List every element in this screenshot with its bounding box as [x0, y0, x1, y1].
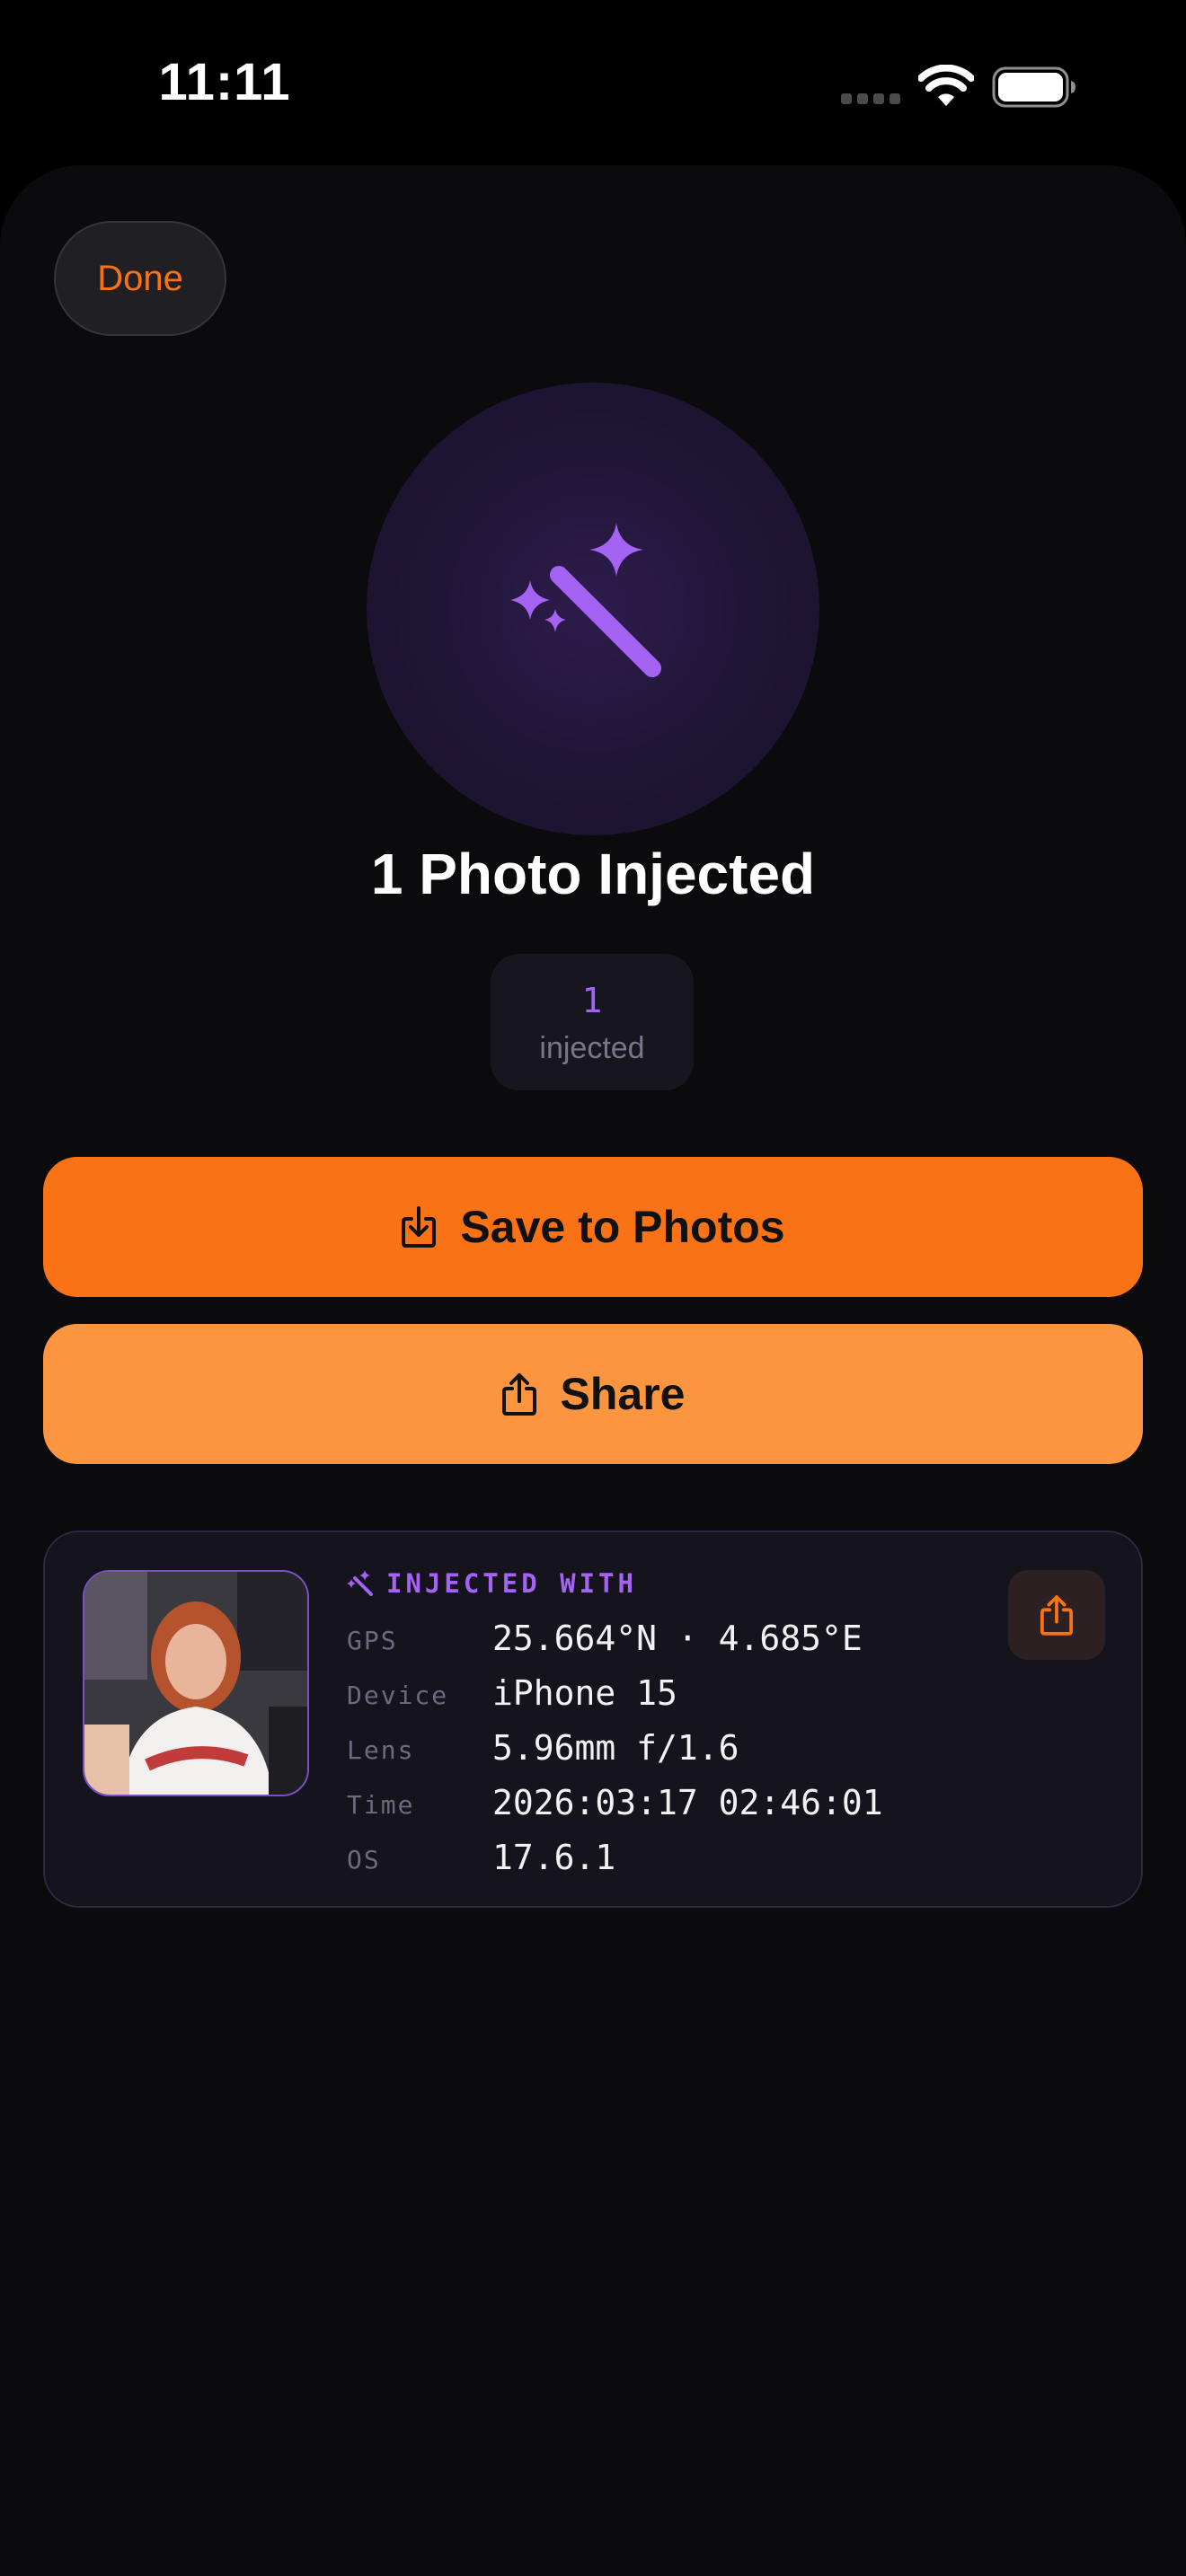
magic-wand-icon	[347, 1570, 373, 1596]
injected-with-header: INJECTED WITH	[347, 1568, 637, 1599]
status-time: 11:11	[158, 53, 291, 111]
injected-count-label: injected	[539, 1031, 645, 1065]
dynamic-island	[424, 38, 762, 137]
magic-wand-icon	[510, 523, 661, 677]
page-title: 1 Photo Injected	[370, 842, 816, 906]
share-button[interactable]: Share	[43, 1324, 1143, 1464]
share-label: Share	[560, 1369, 686, 1419]
status-bar: 11:11	[0, 0, 1186, 162]
meta-row-gps: GPS 25.664°N · 4.685°E	[347, 1619, 976, 1663]
card-share-button[interactable]	[1008, 1570, 1105, 1660]
injected-count-badge: 1 injected	[491, 954, 694, 1090]
photo-thumbnail-image	[84, 1572, 307, 1795]
injected-with-label: INJECTED WITH	[386, 1568, 637, 1599]
meta-row-device: Device iPhone 15	[347, 1673, 976, 1718]
battery-icon	[992, 66, 1075, 108]
meta-value: 25.664°N · 4.685°E	[492, 1619, 863, 1658]
save-to-photos-icon	[402, 1206, 437, 1248]
wifi-icon	[918, 65, 974, 106]
meta-value: 5.96mm f/1.6	[492, 1728, 739, 1768]
meta-key: Device	[347, 1681, 449, 1710]
meta-key: OS	[347, 1845, 381, 1875]
meta-value: 2026:03:17 02:46:01	[492, 1783, 883, 1822]
meta-value: iPhone 15	[492, 1673, 677, 1713]
meta-row-time: Time 2026:03:17 02:46:01	[347, 1783, 976, 1828]
result-sheet: Done 1 Photo Injected 1 injected Save to…	[0, 165, 1186, 2576]
meta-row-os: OS 17.6.1	[347, 1838, 976, 1883]
done-button[interactable]: Done	[54, 221, 226, 336]
save-to-photos-button[interactable]: Save to Photos	[43, 1157, 1143, 1297]
meta-value: 17.6.1	[492, 1838, 616, 1877]
share-icon	[501, 1373, 536, 1416]
share-icon	[1040, 1595, 1074, 1636]
meta-key: GPS	[347, 1626, 398, 1655]
signal-icon	[841, 93, 900, 106]
photo-thumbnail[interactable]	[83, 1570, 309, 1796]
meta-key: Time	[347, 1790, 415, 1820]
meta-row-lens: Lens 5.96mm f/1.6	[347, 1728, 976, 1773]
meta-key: Lens	[347, 1735, 415, 1765]
save-to-photos-label: Save to Photos	[460, 1202, 785, 1252]
photo-detail-card: INJECTED WITH GPS 25.664°N · 4.685°E Dev…	[43, 1531, 1143, 1908]
hero-icon-circle	[367, 383, 819, 835]
injected-count-value: 1	[581, 981, 603, 1020]
